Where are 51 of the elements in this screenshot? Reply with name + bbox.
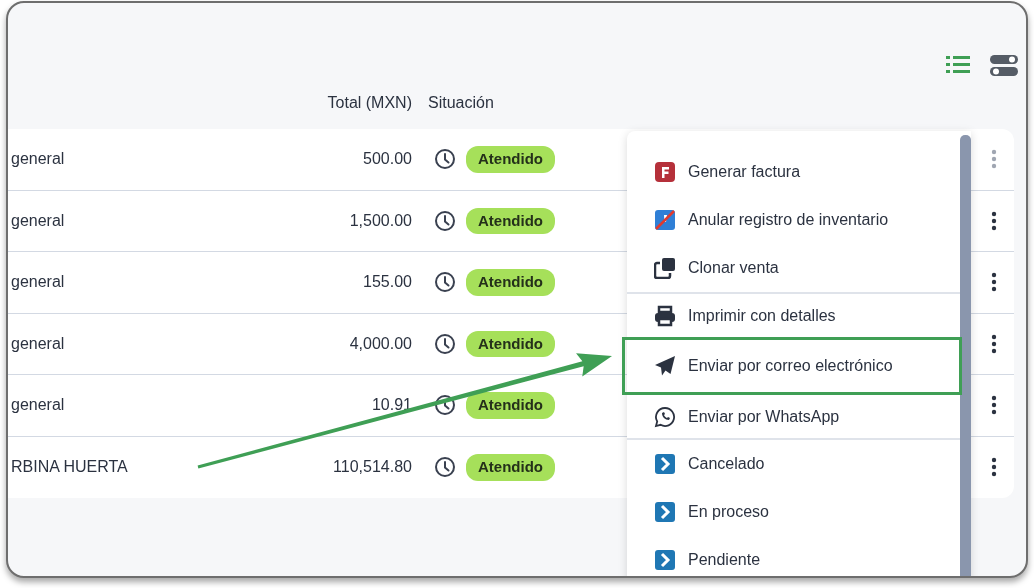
chevron-icon bbox=[654, 453, 676, 475]
table-cell-text: 110,514.80 bbox=[332, 457, 412, 478]
status-badge: Atendido bbox=[466, 269, 555, 296]
table-cell-text: general bbox=[10, 149, 66, 170]
clock-icon bbox=[434, 456, 456, 479]
table-cell-text: 10.91 bbox=[370, 395, 412, 416]
menu-item[interactable]: Generar factura bbox=[627, 148, 960, 196]
table-cell-text: 1,500.00 bbox=[348, 210, 412, 231]
menu-item[interactable]: Anular registro de inventario bbox=[627, 196, 960, 244]
menu-item[interactable]: En proceso bbox=[627, 488, 960, 536]
table-cell-text: 155.00 bbox=[362, 272, 412, 293]
chat-bubble-icon bbox=[654, 405, 676, 428]
more-options-icon[interactable] bbox=[991, 395, 997, 416]
printer-icon bbox=[654, 304, 676, 327]
chevron-icon bbox=[654, 549, 676, 571]
table-cell-text: general bbox=[10, 333, 66, 354]
table-cell-text: 4,000.00 bbox=[348, 333, 412, 354]
paper-plane-icon bbox=[654, 355, 676, 377]
status-badge: Atendido bbox=[466, 207, 555, 234]
more-options-icon[interactable] bbox=[991, 210, 997, 231]
scrollbar[interactable] bbox=[960, 135, 971, 576]
status-badge: Atendido bbox=[466, 146, 555, 173]
menu-item[interactable]: Clonar venta bbox=[627, 244, 960, 292]
more-options-icon[interactable] bbox=[991, 272, 997, 293]
more-options-icon[interactable] bbox=[991, 333, 997, 354]
void-icon bbox=[654, 209, 676, 231]
status-badge: Atendido bbox=[466, 330, 555, 357]
table-cell-text: RBINA HUERTA bbox=[10, 457, 129, 478]
toggle-view-icon[interactable] bbox=[990, 53, 1018, 77]
clock-icon bbox=[434, 332, 456, 355]
clock-icon bbox=[434, 394, 456, 417]
column-header[interactable]: Total (MXN) bbox=[292, 91, 412, 115]
chevron-icon bbox=[654, 501, 676, 523]
clock-icon bbox=[434, 209, 456, 232]
menu-item[interactable]: Enviar por WhatsApp bbox=[627, 395, 960, 438]
menu-item[interactable]: Imprimir con detalles bbox=[627, 294, 960, 337]
column-header[interactable]: Situación bbox=[412, 91, 1026, 115]
clock-icon bbox=[434, 271, 456, 294]
status-badge: Atendido bbox=[466, 392, 555, 419]
table-cell-text: general bbox=[10, 210, 66, 231]
menu-item[interactable]: Enviar por correo electrónico bbox=[622, 337, 962, 395]
status-badge: Atendido bbox=[466, 454, 555, 481]
menu-item[interactable]: Cancelado bbox=[627, 440, 960, 488]
clock-icon bbox=[434, 148, 456, 171]
more-options-icon[interactable] bbox=[991, 457, 997, 478]
table-cell-text: general bbox=[10, 395, 66, 416]
table-cell-text: 500.00 bbox=[362, 149, 412, 170]
table-cell-text: general bbox=[10, 272, 66, 293]
clone-icon bbox=[654, 257, 676, 279]
invoice-icon bbox=[654, 161, 676, 183]
menu-item[interactable]: Pendiente bbox=[627, 536, 960, 576]
